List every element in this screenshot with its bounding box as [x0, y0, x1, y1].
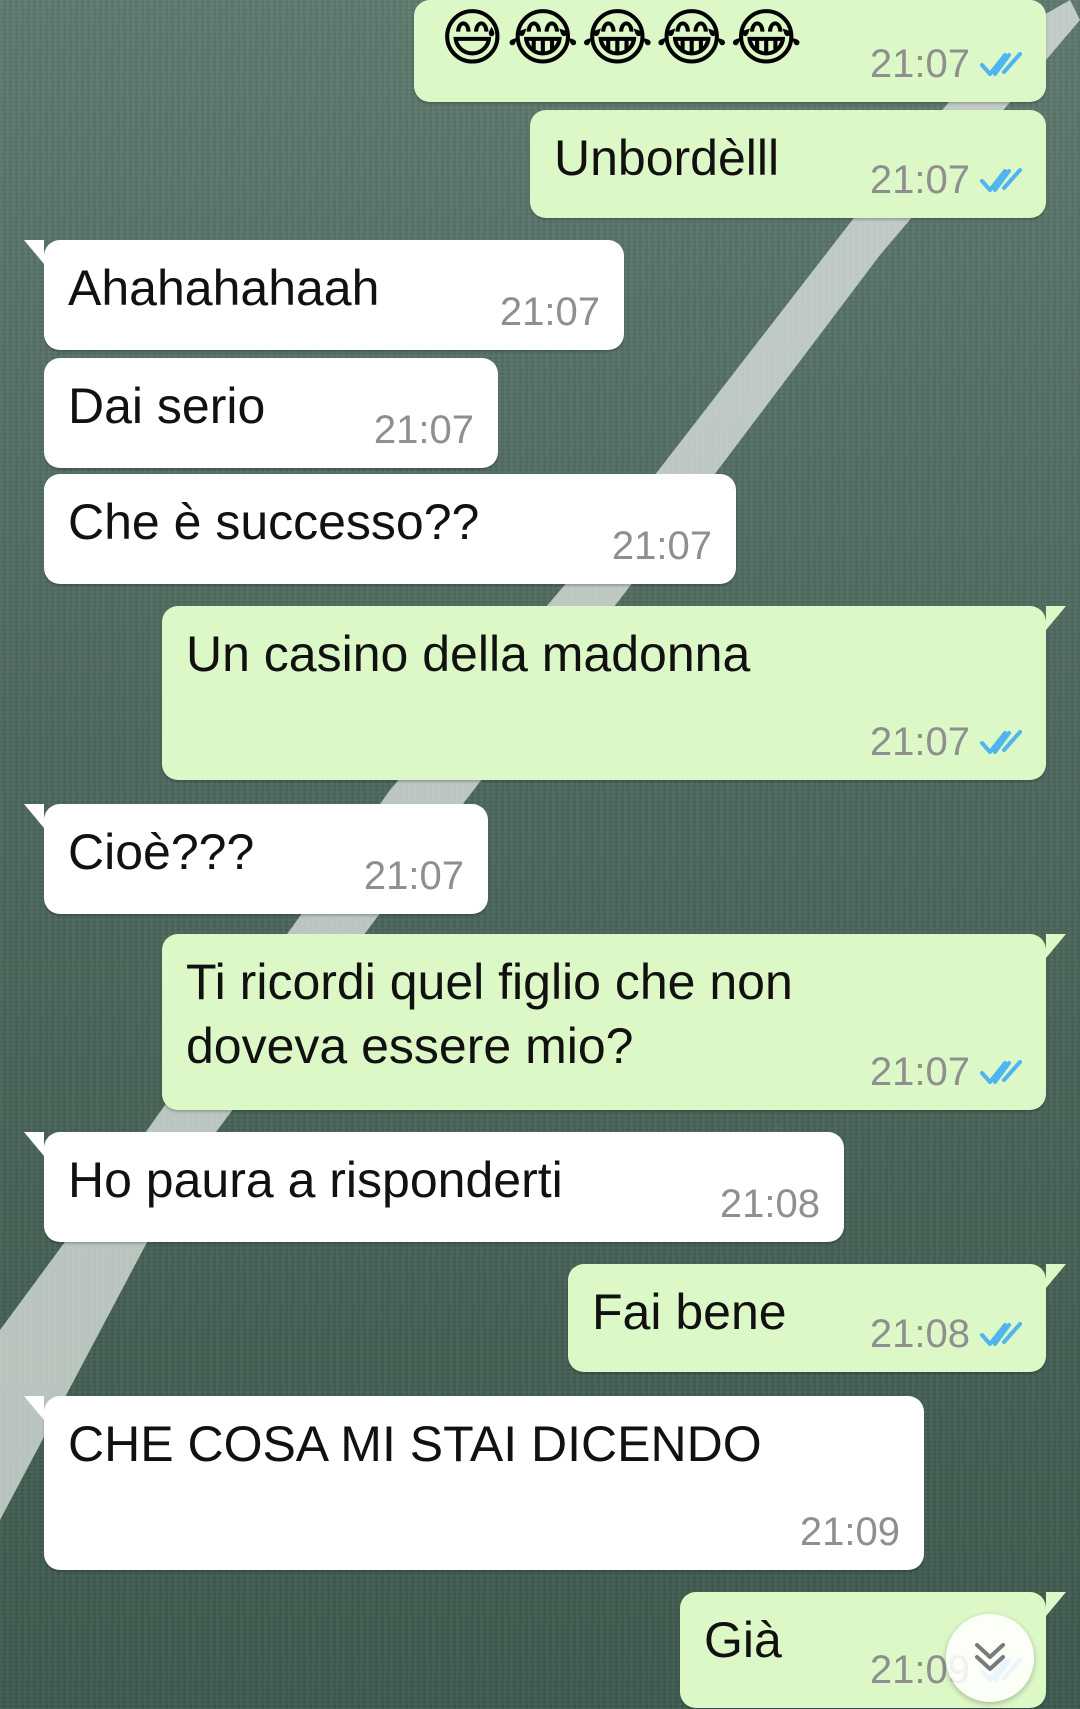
message-meta: 21:07 [870, 160, 1022, 200]
message-meta: 21:09 [800, 1512, 900, 1552]
message-meta: 21:08 [720, 1184, 820, 1224]
message-meta: 21:07 [612, 526, 712, 566]
outgoing-message-emoji[interactable]: 😅😂😂😂😂 21:07 [414, 0, 1046, 102]
message-time: 21:09 [799, 1510, 900, 1554]
message-text: 😅😂😂😂😂 [440, 4, 805, 73]
scroll-to-bottom-button[interactable] [946, 1614, 1034, 1702]
message-meta: 21:08 [870, 1314, 1022, 1354]
message-text: Fai bene [592, 1284, 787, 1340]
incoming-message[interactable]: Ahahahahaah 21:07 [24, 240, 624, 350]
message-text: Già [704, 1612, 782, 1668]
message-meta: 21:07 [500, 292, 600, 332]
message-time: 21:07 [869, 158, 970, 202]
message-text: Dai serio [68, 378, 266, 434]
message-text: Ahahahahaah [68, 260, 380, 316]
incoming-message[interactable]: Che è successo?? 21:07 [44, 474, 736, 584]
incoming-message[interactable]: Dai serio 21:07 [44, 358, 498, 468]
double-check-icon [980, 1322, 1022, 1346]
message-meta: 21:07 [870, 1052, 1022, 1092]
message-time: 21:08 [869, 1312, 970, 1356]
message-text: CHE COSA MI STAI DICENDO [68, 1416, 762, 1472]
message-meta: 21:07 [870, 44, 1022, 84]
message-time: 21:08 [719, 1182, 820, 1226]
incoming-message[interactable]: Cioè??? 21:07 [24, 804, 488, 914]
message-meta: 21:07 [364, 856, 464, 896]
double-check-icon [980, 1060, 1022, 1084]
message-text: Unbordèlll [554, 130, 780, 186]
outgoing-message[interactable]: Unbordèlll 21:07 [530, 110, 1046, 218]
message-time: 21:07 [869, 720, 970, 764]
outgoing-message[interactable]: Un casino della madonna 21:07 [162, 606, 1066, 780]
message-time: 21:07 [373, 408, 474, 452]
message-time: 21:07 [363, 854, 464, 898]
message-time: 21:07 [499, 290, 600, 334]
message-meta: 21:07 [374, 410, 474, 450]
incoming-message[interactable]: Ho paura a risponderti 21:08 [24, 1132, 844, 1242]
message-time: 21:07 [869, 1050, 970, 1094]
double-chevron-down-icon [975, 1643, 1005, 1671]
message-meta: 21:07 [870, 722, 1022, 762]
incoming-message[interactable]: CHE COSA MI STAI DICENDO 21:09 [24, 1396, 924, 1570]
message-text: Cioè??? [68, 824, 255, 880]
double-check-icon [980, 52, 1022, 76]
message-text: Ho paura a risponderti [68, 1152, 563, 1208]
message-text: Ti ricordi quel figlio che non doveva es… [186, 954, 793, 1074]
message-text: Un casino della madonna [186, 626, 751, 682]
double-check-icon [980, 168, 1022, 192]
message-time: 21:07 [869, 42, 970, 86]
double-check-icon [980, 730, 1022, 754]
message-time: 21:07 [611, 524, 712, 568]
outgoing-message[interactable]: Ti ricordi quel figlio che non doveva es… [162, 934, 1066, 1110]
message-text: Che è successo?? [68, 494, 480, 550]
outgoing-message[interactable]: Fai bene 21:08 [568, 1264, 1066, 1372]
